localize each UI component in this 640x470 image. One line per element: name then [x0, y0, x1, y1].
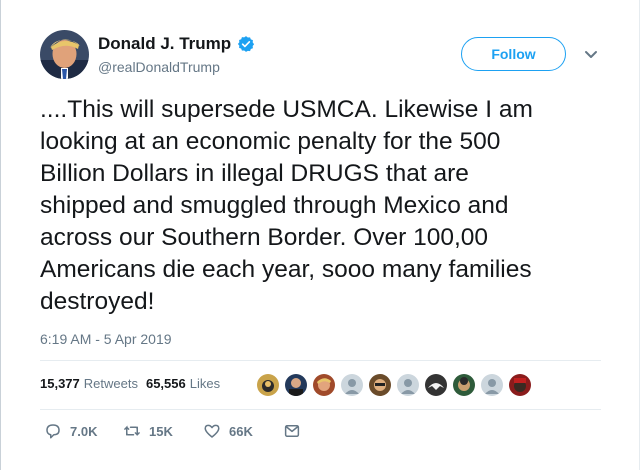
author-handle[interactable]: @realDonaldTrump	[98, 59, 220, 75]
author-avatar[interactable]	[40, 30, 89, 79]
likes-label: Likes	[189, 376, 221, 391]
retweets-label: Retweets	[83, 376, 138, 391]
tweet-card: Donald J. Trump @realDonaldTrump Follow …	[0, 0, 640, 470]
liker-avatars	[256, 373, 532, 397]
tweet-timestamp[interactable]: 6:19 AM - 5 Apr 2019	[40, 331, 172, 347]
liker-avatar[interactable]	[424, 373, 448, 397]
retweet-count: 15K	[149, 423, 173, 439]
card-border-left	[0, 0, 1, 470]
tweet-text: ....This will supersede USMCA. Likewise …	[40, 96, 533, 315]
reply-icon	[46, 424, 60, 439]
divider-top	[40, 360, 601, 361]
tweet-stats: 15,377 Retweets 65,556 Likes	[40, 376, 220, 391]
retweets-stat[interactable]: 15,377 Retweets	[40, 376, 138, 391]
heart-icon	[204, 424, 220, 438]
liker-avatar[interactable]	[312, 373, 336, 397]
divider-bottom	[40, 409, 601, 410]
follow-button[interactable]: Follow	[461, 37, 566, 71]
retweet-icon	[124, 425, 140, 436]
chevron-down-icon[interactable]	[584, 50, 598, 60]
like-count: 66K	[229, 423, 253, 439]
direct-message-icon	[284, 425, 300, 437]
liker-avatar[interactable]	[340, 373, 364, 397]
liker-avatar[interactable]	[284, 373, 308, 397]
direct-message-button[interactable]	[283, 422, 301, 440]
like-button[interactable]: 66K	[203, 422, 253, 440]
retweets-count: 15,377	[40, 376, 80, 391]
liker-avatar[interactable]	[396, 373, 420, 397]
liker-avatar[interactable]	[368, 373, 392, 397]
likes-stat[interactable]: 65,556 Likes	[146, 376, 220, 391]
liker-avatar[interactable]	[508, 373, 532, 397]
author-name-row[interactable]: Donald J. Trump	[98, 34, 255, 54]
liker-avatar[interactable]	[452, 373, 476, 397]
reply-button[interactable]: 7.0K	[44, 422, 97, 440]
author-name[interactable]: Donald J. Trump	[98, 34, 231, 54]
tweet-action-bar: 7.0K 15K 66K	[0, 422, 640, 446]
reply-count: 7.0K	[70, 423, 98, 439]
likes-count: 65,556	[145, 376, 186, 391]
retweet-button[interactable]: 15K	[123, 422, 173, 440]
liker-avatar[interactable]	[480, 373, 504, 397]
verified-badge-icon	[238, 36, 255, 52]
liker-avatar[interactable]	[256, 373, 280, 397]
